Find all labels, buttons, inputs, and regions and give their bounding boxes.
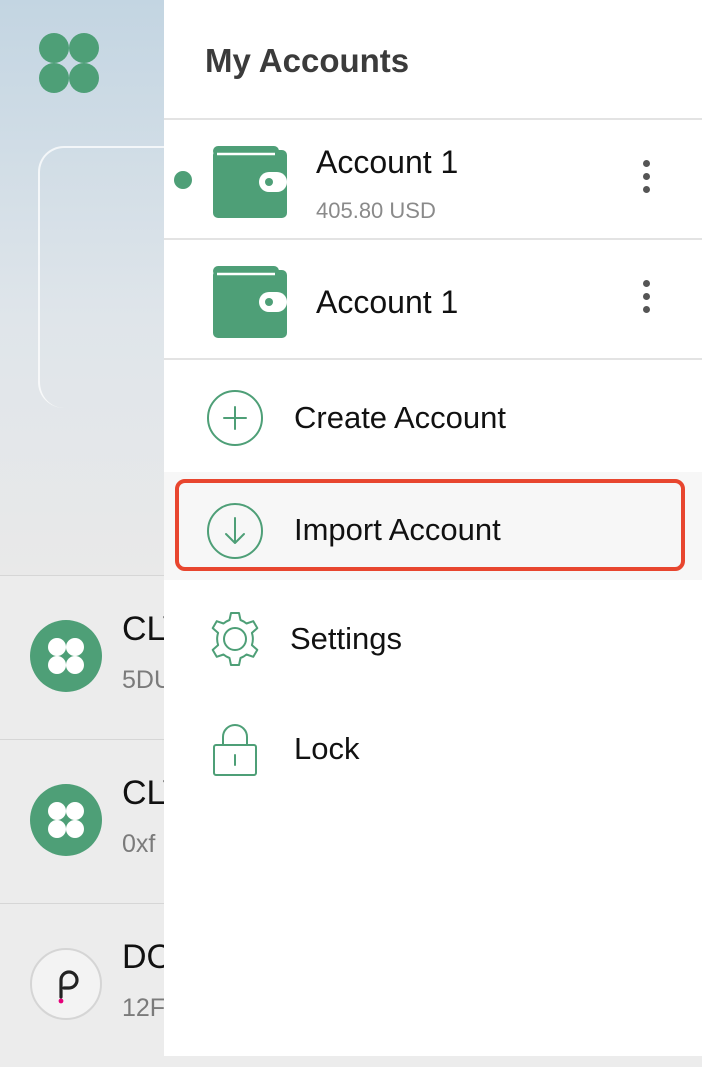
more-options-icon[interactable]	[634, 160, 658, 200]
lock-icon	[206, 720, 264, 778]
clover-icon	[30, 784, 102, 856]
import-account-button[interactable]: Import Account	[164, 472, 702, 580]
wallet-icon	[213, 146, 287, 218]
accounts-drawer: My Accounts Account 1 405.80 USD Account…	[164, 0, 702, 1056]
asset-address: 12F	[122, 994, 166, 1022]
account-name: Account 1	[316, 284, 459, 320]
import-account-label: Import Account	[294, 512, 501, 547]
download-arrow-icon	[206, 502, 264, 560]
create-account-button[interactable]: Create Account	[164, 364, 702, 472]
clover-logo-icon	[38, 32, 100, 94]
account-name: Account 1	[316, 144, 459, 180]
clover-icon	[30, 620, 102, 692]
gear-icon	[206, 610, 264, 668]
settings-label: Settings	[290, 621, 403, 656]
drawer-title: My Accounts	[205, 42, 410, 79]
divider	[164, 358, 702, 360]
account-item[interactable]: Account 1	[164, 240, 702, 358]
asset-address: 0xf	[122, 830, 156, 858]
more-options-icon[interactable]	[634, 280, 658, 320]
lock-label: Lock	[294, 731, 360, 766]
create-account-label: Create Account	[294, 400, 506, 435]
active-indicator	[174, 171, 192, 189]
plus-circle-icon	[206, 389, 264, 447]
lock-button[interactable]: Lock	[164, 695, 702, 803]
wallet-icon	[213, 266, 287, 338]
settings-button[interactable]: Settings	[164, 585, 702, 693]
polkadot-icon	[30, 948, 102, 1020]
account-balance: 405.80 USD	[316, 198, 436, 223]
account-item[interactable]: Account 1 405.80 USD	[164, 120, 702, 238]
